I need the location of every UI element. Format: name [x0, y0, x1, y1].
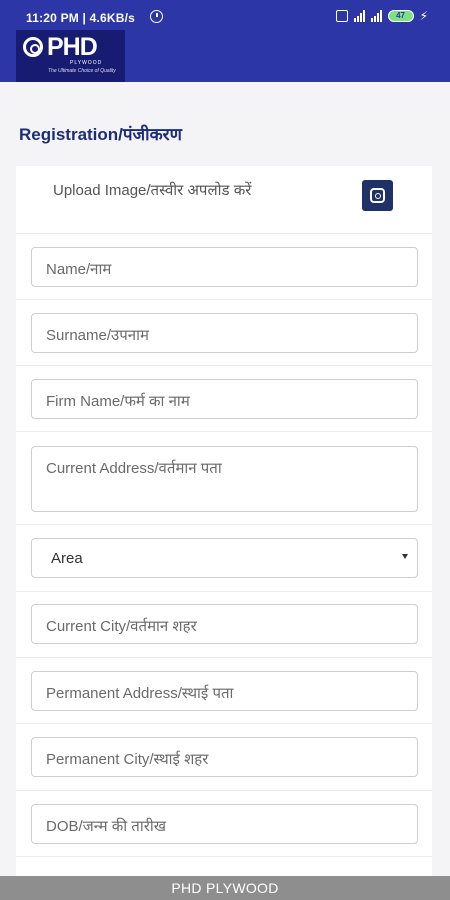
divider: [16, 856, 432, 857]
firm-name-input[interactable]: Firm Name/फर्म का नाम: [31, 379, 418, 419]
alarm-icon: [150, 10, 163, 23]
name-input[interactable]: Name/नाम: [31, 247, 418, 287]
screen-icon: [335, 10, 348, 22]
app-header: 11:20 PM | 4.6KB/s 47 ⚡ PHD PLYWOOD The …: [0, 0, 450, 82]
current-address-input[interactable]: Current Address/वर्तमान पता: [31, 446, 418, 512]
logo-tagline: The Ultimate Choice of Quality: [48, 68, 116, 74]
upload-image-label: Upload Image/तस्वीर अपलोड करें: [53, 182, 252, 199]
status-time: 11:20 PM | 4.6KB/s: [26, 11, 136, 25]
divider: [16, 233, 432, 234]
divider: [16, 365, 432, 366]
permanent-city-input[interactable]: Permanent City/स्थाई शहर: [31, 737, 418, 777]
divider: [16, 790, 432, 791]
footer-bar: PHD PLYWOOD: [0, 876, 450, 900]
area-select[interactable]: Area: [31, 538, 418, 578]
signal-icon-2: [370, 10, 382, 22]
divider: [16, 524, 432, 525]
divider: [16, 723, 432, 724]
logo-sub: PLYWOOD: [70, 60, 103, 66]
divider: [16, 657, 432, 658]
registration-form: Upload Image/तस्वीर अपलोड करें Name/नाम …: [16, 166, 432, 876]
logo-mark-icon: [23, 37, 43, 57]
signal-icon: [353, 10, 365, 22]
logo-text: PHD: [47, 33, 98, 61]
camera-icon[interactable]: [362, 180, 393, 211]
status-icons: 47 ⚡: [335, 9, 428, 23]
brand-logo: PHD PLYWOOD The Ultimate Choice of Quali…: [16, 30, 125, 82]
dropdown-caret-icon: [402, 554, 408, 559]
dob-input[interactable]: DOB/जन्म की तारीख: [31, 804, 418, 844]
divider: [16, 591, 432, 592]
divider: [16, 299, 432, 300]
current-city-input[interactable]: Current City/वर्तमान शहर: [31, 604, 418, 644]
divider: [16, 431, 432, 432]
surname-input[interactable]: Surname/उपनाम: [31, 313, 418, 353]
battery-icon: 47: [387, 10, 414, 22]
permanent-address-input[interactable]: Permanent Address/स्थाई पता: [31, 671, 418, 711]
area-select-value: Area: [51, 550, 83, 567]
page-title: Registration/पंजीकरण: [19, 125, 182, 144]
charging-icon: ⚡: [419, 9, 428, 23]
